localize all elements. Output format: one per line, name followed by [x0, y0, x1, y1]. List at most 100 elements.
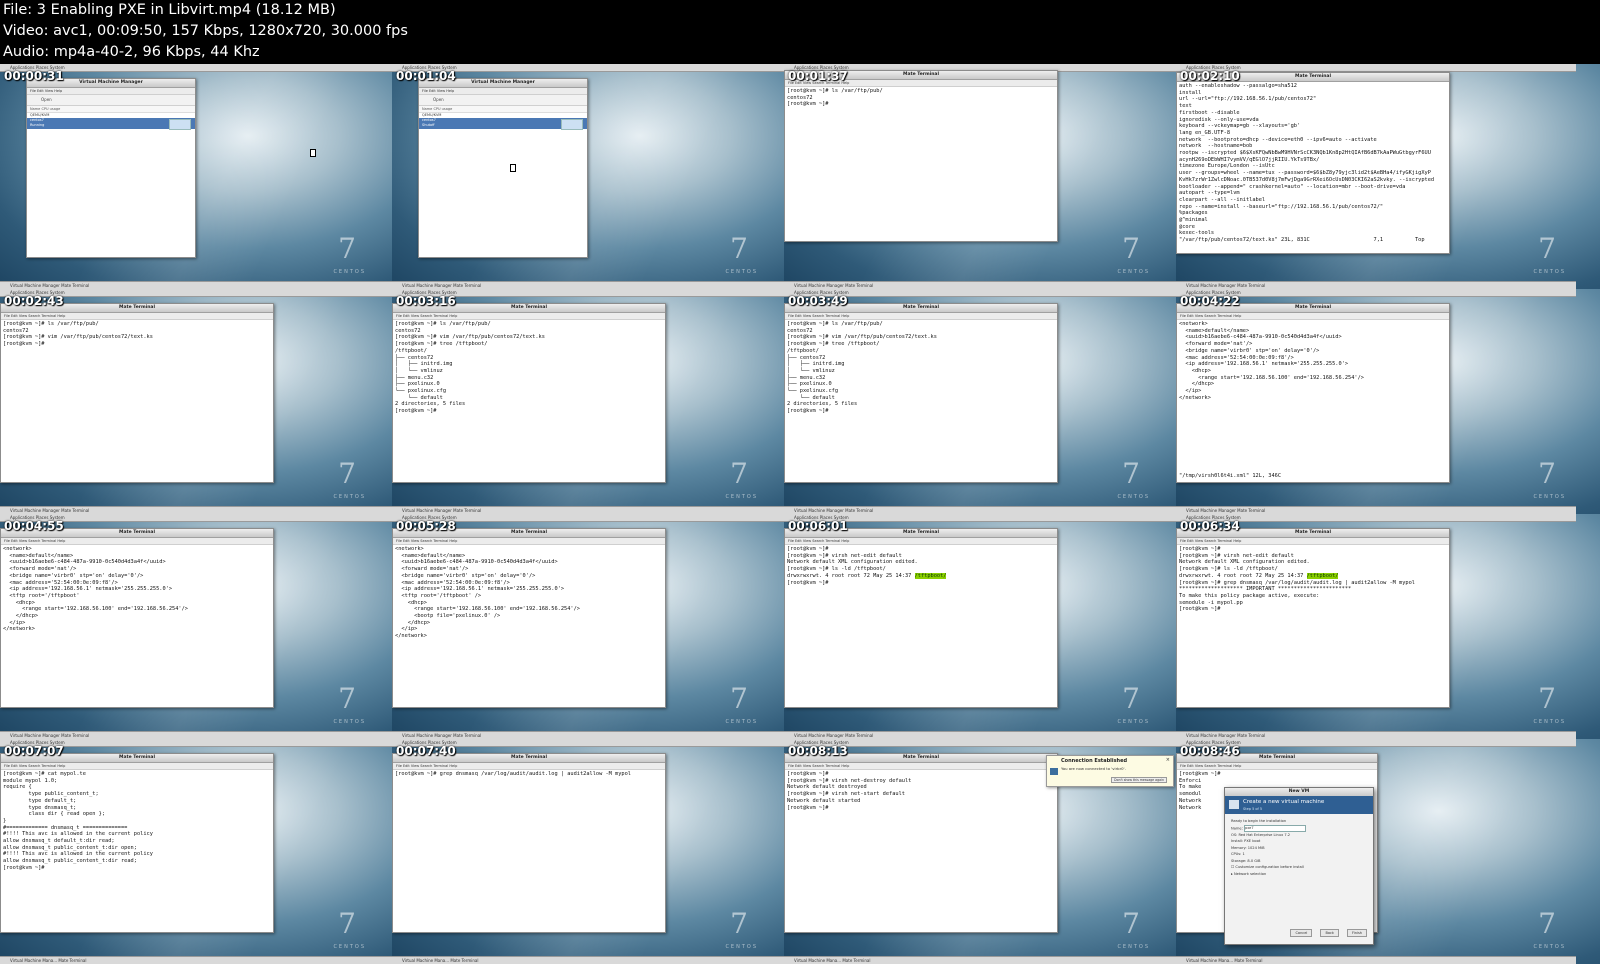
- terminal-menubar[interactable]: File Edit View Search Terminal Help: [1, 538, 273, 545]
- terminal-line: Network default XML configuration edited…: [1179, 559, 1310, 566]
- terminal-menubar[interactable]: File Edit View Search Terminal Help: [393, 538, 665, 545]
- thumb-timestamp: 00:05:28: [396, 519, 456, 533]
- terminal-content[interactable]: <network> <name>default</name> <uuid>b16…: [1177, 320, 1449, 402]
- kickstart-line: user --groups=wheel --name=tux --passwor…: [1179, 170, 1431, 177]
- video-thumbnail: Applications Places System Virtual Machi…: [392, 514, 792, 739]
- vmm-menubar[interactable]: File Edit View Help: [419, 88, 587, 95]
- close-icon[interactable]: ×: [1166, 757, 1170, 763]
- vmm-window[interactable]: Virtual Machine Manager File Edit View H…: [26, 78, 196, 258]
- terminal-menubar[interactable]: File Edit View Search Terminal Help: [785, 763, 1057, 770]
- mouse-cursor: [510, 164, 516, 172]
- open-button[interactable]: Open: [433, 97, 444, 102]
- terminal-window[interactable]: Mate Terminal File Edit View Search Term…: [784, 528, 1058, 708]
- terminal-line: [root@kvm ~]#: [3, 341, 45, 348]
- taskbar-items[interactable]: Virtual Machine Manager Mate Terminal: [402, 507, 481, 514]
- vm-name-input[interactable]: pxe7: [1243, 824, 1306, 832]
- terminal-line: └── pxelinux.cfg: [787, 388, 839, 395]
- terminal-content[interactable]: [root@kvm ~]# [root@kvm ~]# virsh net-des…: [785, 770, 1057, 812]
- terminal-line: [root@kvm ~]#: [1179, 771, 1221, 777]
- terminal-line: #!!!! This avc is allowed in the current…: [3, 851, 153, 858]
- terminal-window[interactable]: Mate Terminal File Edit View Search Term…: [1176, 528, 1450, 708]
- terminal-menubar[interactable]: File Edit View Search Terminal Help: [1, 313, 273, 320]
- audio-info-line: Audio: mp4a-40-2, 96 Kbps, 44 Khz: [3, 44, 260, 60]
- terminal-window[interactable]: Mate Terminal File Edit View Search Term…: [0, 303, 274, 483]
- new-vm-dialog[interactable]: New VM Create a new virtual machine Step…: [1224, 787, 1374, 945]
- terminal-content[interactable]: [root@kvm ~]# ls /var/ftp/pub/centos72 [r…: [785, 87, 1057, 109]
- centos-watermark-brand: CENTOS: [725, 494, 758, 500]
- centos-watermark-brand: CENTOS: [1117, 269, 1150, 275]
- terminal-menubar[interactable]: File Edit View Search Terminal Help: [1177, 313, 1449, 320]
- terminal-window[interactable]: Mate Terminal File Edit View Search Term…: [1176, 303, 1450, 483]
- terminal-window[interactable]: Mate Terminal File Edit View Search Term…: [0, 528, 274, 708]
- taskbar-items[interactable]: Virtual Machine Manager Mate Terminal: [1186, 732, 1265, 739]
- terminal-window[interactable]: Mate Terminal File Edit View Search Term…: [0, 753, 274, 933]
- terminal-content[interactable]: [root@kvm ~]# [root@kvm ~]# virsh net-edi…: [785, 545, 1057, 587]
- terminal-window[interactable]: Mate Terminal File Edit View Search Term…: [392, 528, 666, 708]
- terminal-content[interactable]: [root@kvm ~]# cat mypol.te module mypol 1…: [1, 770, 273, 873]
- terminal-line: allow dnsmasq_t default_t:dir read;: [3, 838, 115, 845]
- taskbar-items[interactable]: Virtual Machine Manager Mate Terminal: [10, 507, 89, 514]
- back-button[interactable]: Back: [1320, 929, 1339, 937]
- vmm-window[interactable]: Virtual Machine Manager File Edit View H…: [418, 78, 588, 258]
- dont-show-again-button[interactable]: Don't show this message again: [1111, 777, 1167, 783]
- terminal-content[interactable]: [root@kvm ~]# grep dnsmasq /var/log/audi…: [393, 770, 665, 779]
- dialog-titlebar[interactable]: New VM: [1225, 788, 1373, 796]
- terminal-content[interactable]: [root@kvm ~]# ls /var/ftp/pub/centos72 [r…: [1, 320, 273, 349]
- terminal-menubar[interactable]: File Edit View Search Terminal Help: [1, 763, 273, 770]
- vm-state: Shutoff: [422, 123, 435, 127]
- desktop-taskbar: Virtual Machine Manager Mate Terminal: [784, 506, 1184, 514]
- terminal-window[interactable]: Mate Terminal File Edit View Search Term…: [784, 303, 1058, 483]
- taskbar-items[interactable]: Virtual Machine Manager Mate Terminal: [402, 282, 481, 289]
- taskbar-items[interactable]: Virtual Machine Manager Mate Terminal: [10, 732, 89, 739]
- kickstart-line: rootpw --iscrypted $6$XsKFQwNbBwM9HVNrSc…: [1179, 150, 1431, 157]
- taskbar-items[interactable]: Virtual Machine Manager Mate Terminal: [402, 732, 481, 739]
- desktop-taskbar: Virtual Machine Manager Mate Terminal: [784, 731, 1184, 739]
- terminal-content[interactable]: <network> <name>default</name> <uuid>b16…: [393, 545, 665, 641]
- taskbar-items[interactable]: Virtual Machine Manager Mate Terminal: [794, 282, 873, 289]
- terminal-line: │ └── vmlinuz: [787, 367, 835, 374]
- dialog-heading: Create a new virtual machine: [1243, 799, 1325, 805]
- terminal-window[interactable]: Mate Terminal File Edit View Search Term…: [392, 753, 666, 933]
- terminal-menubar[interactable]: File Edit View Search Terminal Help: [1177, 763, 1377, 770]
- finish-button[interactable]: Finish: [1347, 929, 1367, 937]
- terminal-content[interactable]: [root@kvm ~]# ls /var/ftp/pub/centos72 [r…: [393, 320, 665, 416]
- terminal-menubar[interactable]: File Edit View Search Terminal Help: [785, 538, 1057, 545]
- video-thumbnail: Applications Places System Virtual Machi…: [392, 739, 792, 964]
- terminal-window[interactable]: Mate Terminal File Edit View Search Term…: [784, 70, 1058, 242]
- dialog-buttons: Cancel Back Finish: [1287, 919, 1367, 938]
- taskbar-items[interactable]: Virtual Machine Manager Mate Terminal: [1186, 507, 1265, 514]
- taskbar-items[interactable]: Virtual Machine Manager Mate Terminal: [794, 507, 873, 514]
- vmm-vm-row[interactable]: centos7 Shutoff: [419, 118, 587, 130]
- vmm-vm-row[interactable]: centos7 Running: [27, 118, 195, 130]
- taskbar-items[interactable]: Virtual Machine Manager Mate Terminal: [10, 282, 89, 289]
- vmm-menubar[interactable]: File Edit View Help: [27, 88, 195, 95]
- centos-watermark-number: 7: [338, 682, 356, 715]
- connection-notification[interactable]: × Connection Established You are now con…: [1046, 755, 1174, 787]
- open-button[interactable]: Open: [41, 97, 52, 102]
- video-thumbnail: Applications Places System Virtual Machi…: [0, 514, 400, 739]
- terminal-line: centos72: [395, 327, 421, 334]
- terminal-line: [root@kvm ~]# ls -ld /tftpboot/: [787, 566, 886, 573]
- taskbar-items[interactable]: Virtual Machine Manager Mate Terminal: [794, 732, 873, 739]
- terminal-content[interactable]: <network> <name>default</name> <uuid>b16…: [1, 545, 273, 634]
- terminal-content[interactable]: [root@kvm ~]# [root@kvm ~]# virsh net-edi…: [1177, 545, 1449, 614]
- xml-line: <forward mode='nat'/>: [1179, 341, 1253, 348]
- network-selection-expander[interactable]: ▸ Network selection: [1231, 871, 1367, 878]
- terminal-line: 2 directories, 5 files: [787, 401, 858, 408]
- kickstart-line: kexec-tools: [1179, 230, 1215, 237]
- terminal-menubar[interactable]: File Edit View Search Terminal Help: [393, 763, 665, 770]
- cancel-button[interactable]: Cancel: [1290, 929, 1313, 937]
- terminal-window[interactable]: Mate Terminal File Edit View Search Term…: [784, 753, 1058, 933]
- thumb-timestamp: 00:00:31: [4, 69, 64, 83]
- terminal-line: </dhcp>: [395, 619, 431, 626]
- terminal-menubar[interactable]: File Edit View Search Terminal Help: [1177, 538, 1449, 545]
- terminal-line: <range start='192.168.56.100' end='192.1…: [3, 606, 188, 613]
- taskbar-items[interactable]: Virtual Machine Manager Mate Terminal: [1186, 282, 1265, 289]
- terminal-window[interactable]: Mate Terminal auth --enableshadow --pass…: [1176, 72, 1450, 254]
- terminal-window[interactable]: Mate Terminal File Edit View Search Term…: [392, 303, 666, 483]
- terminal-menubar[interactable]: File Edit View Search Terminal Help: [393, 313, 665, 320]
- kickstart-line: @^minimal: [1179, 217, 1208, 224]
- terminal-content[interactable]: [root@kvm ~]# ls /var/ftp/pub/centos72 [r…: [785, 320, 1057, 416]
- terminal-content[interactable]: auth --enableshadow --passalgo=sha512 ins…: [1177, 82, 1449, 245]
- terminal-menubar[interactable]: File Edit View Search Terminal Help: [785, 313, 1057, 320]
